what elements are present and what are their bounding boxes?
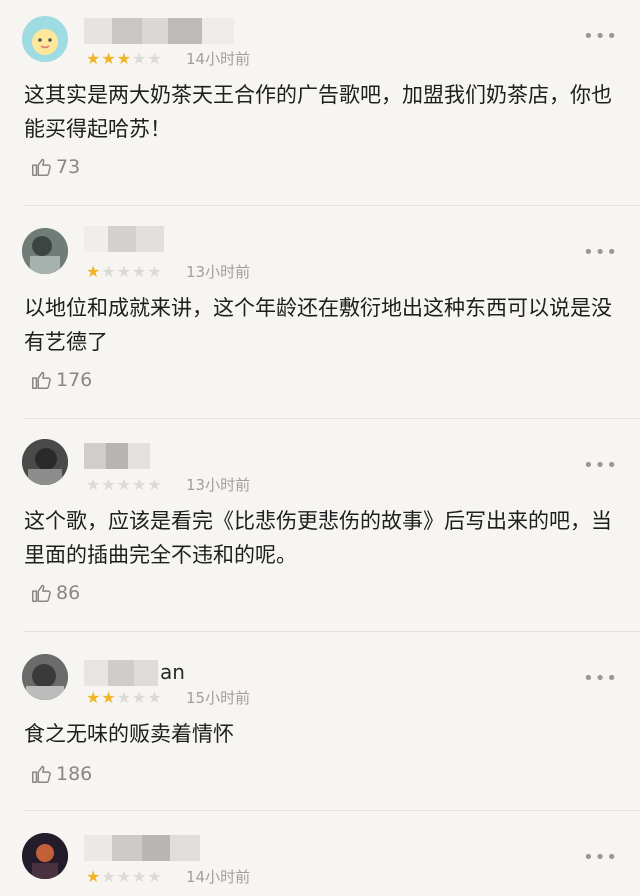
star-icon: ★	[132, 262, 148, 281]
rating-stars: ★★★★★	[86, 263, 163, 281]
comment-time: 15小时前	[186, 689, 251, 707]
rating-stars: ★★★★★	[86, 868, 163, 886]
thumbs-up-icon	[32, 765, 51, 783]
more-dots-icon[interactable]: •••	[583, 457, 618, 475]
rating-stars: ★★★★★	[86, 476, 163, 494]
star-icon: ★	[147, 49, 163, 68]
thumbs-up-icon	[32, 158, 51, 176]
rating-stars: ★★★★★	[86, 50, 163, 68]
comment-item: ★★★★★ 13小时前 ••• 这个歌，应该是看完《比悲伤更悲伤的故事》后写出来…	[0, 419, 640, 631]
like-count: 73	[56, 156, 81, 178]
username-mosaic[interactable]	[84, 835, 200, 861]
star-icon: ★	[147, 867, 163, 886]
star-icon: ★	[101, 688, 117, 707]
star-icon: ★	[86, 262, 102, 281]
star-icon: ★	[132, 688, 148, 707]
comment-text: 以地位和成就来讲，这个年龄还在敷衍地出这种东西可以说是没有艺德了	[24, 296, 612, 354]
avatar-image	[22, 228, 68, 274]
star-icon: ★	[86, 867, 102, 886]
star-icon: ★	[132, 867, 148, 886]
more-dots-icon[interactable]: •••	[583, 244, 618, 262]
more-dots-icon[interactable]: •••	[583, 28, 618, 46]
star-icon: ★	[116, 49, 133, 68]
avatar[interactable]	[22, 833, 68, 879]
star-icon: ★	[101, 475, 117, 494]
like-count: 176	[56, 369, 93, 391]
comment-item: an ★★★★★ 15小时前 ••• 食之无味的贩卖着情怀 186	[0, 632, 640, 810]
star-icon: ★	[132, 49, 148, 68]
avatar[interactable]	[22, 228, 68, 274]
like-button[interactable]: 86	[30, 582, 80, 604]
comment-time: 14小时前	[186, 50, 251, 68]
comment-item: ★★★★★ 14小时前 •••	[0, 811, 640, 896]
avatar[interactable]	[22, 16, 68, 62]
avatar-image	[22, 654, 68, 700]
star-icon: ★	[116, 867, 133, 886]
more-dots-icon[interactable]: •••	[583, 670, 618, 688]
avatar[interactable]	[22, 439, 68, 485]
like-count: 186	[56, 763, 93, 785]
star-icon: ★	[116, 475, 133, 494]
comment-time: 13小时前	[186, 263, 251, 281]
thumbs-up-icon	[32, 584, 51, 602]
like-button[interactable]: 73	[30, 156, 80, 178]
like-button[interactable]: 186	[30, 763, 92, 785]
avatar-image	[22, 833, 68, 879]
star-icon: ★	[86, 475, 102, 494]
username-mosaic[interactable]	[84, 443, 150, 469]
comment-text: 这其实是两大奶茶天王合作的广告歌吧，加盟我们奶茶店，你也能买得起哈苏！	[24, 83, 612, 141]
star-icon: ★	[86, 688, 102, 707]
star-icon: ★	[116, 688, 133, 707]
comment-time: 13小时前	[186, 476, 251, 494]
avatar-image	[22, 439, 68, 485]
comment-text: 这个歌，应该是看完《比悲伤更悲伤的故事》后写出来的吧，当里面的插曲完全不违和的呢…	[24, 509, 612, 567]
rating-stars: ★★★★★	[86, 689, 163, 707]
username-mosaic[interactable]	[84, 660, 158, 686]
star-icon: ★	[147, 475, 163, 494]
more-dots-icon[interactable]: •••	[583, 849, 618, 867]
star-icon: ★	[101, 262, 117, 281]
like-button[interactable]: 176	[30, 369, 92, 391]
comment-item: ★★★★★ 14小时前 ••• 这其实是两大奶茶天王合作的广告歌吧，加盟我们奶茶…	[0, 0, 640, 205]
username-mosaic[interactable]	[84, 18, 234, 44]
star-icon: ★	[86, 49, 102, 68]
avatar[interactable]	[22, 654, 68, 700]
star-icon: ★	[147, 262, 163, 281]
star-icon: ★	[101, 49, 117, 68]
thumbs-up-icon	[32, 371, 51, 389]
like-count: 86	[56, 582, 81, 604]
comment-text: 食之无味的贩卖着情怀	[24, 722, 234, 746]
star-icon: ★	[101, 867, 117, 886]
star-icon: ★	[116, 262, 133, 281]
star-icon: ★	[147, 688, 163, 707]
avatar-image	[22, 16, 68, 62]
comment-item: ★★★★★ 13小时前 ••• 以地位和成就来讲，这个年龄还在敷衍地出这种东西可…	[0, 206, 640, 418]
username-fragment: an	[160, 660, 185, 684]
star-icon: ★	[132, 475, 148, 494]
username-mosaic[interactable]	[84, 226, 164, 252]
comment-time: 14小时前	[186, 868, 251, 886]
